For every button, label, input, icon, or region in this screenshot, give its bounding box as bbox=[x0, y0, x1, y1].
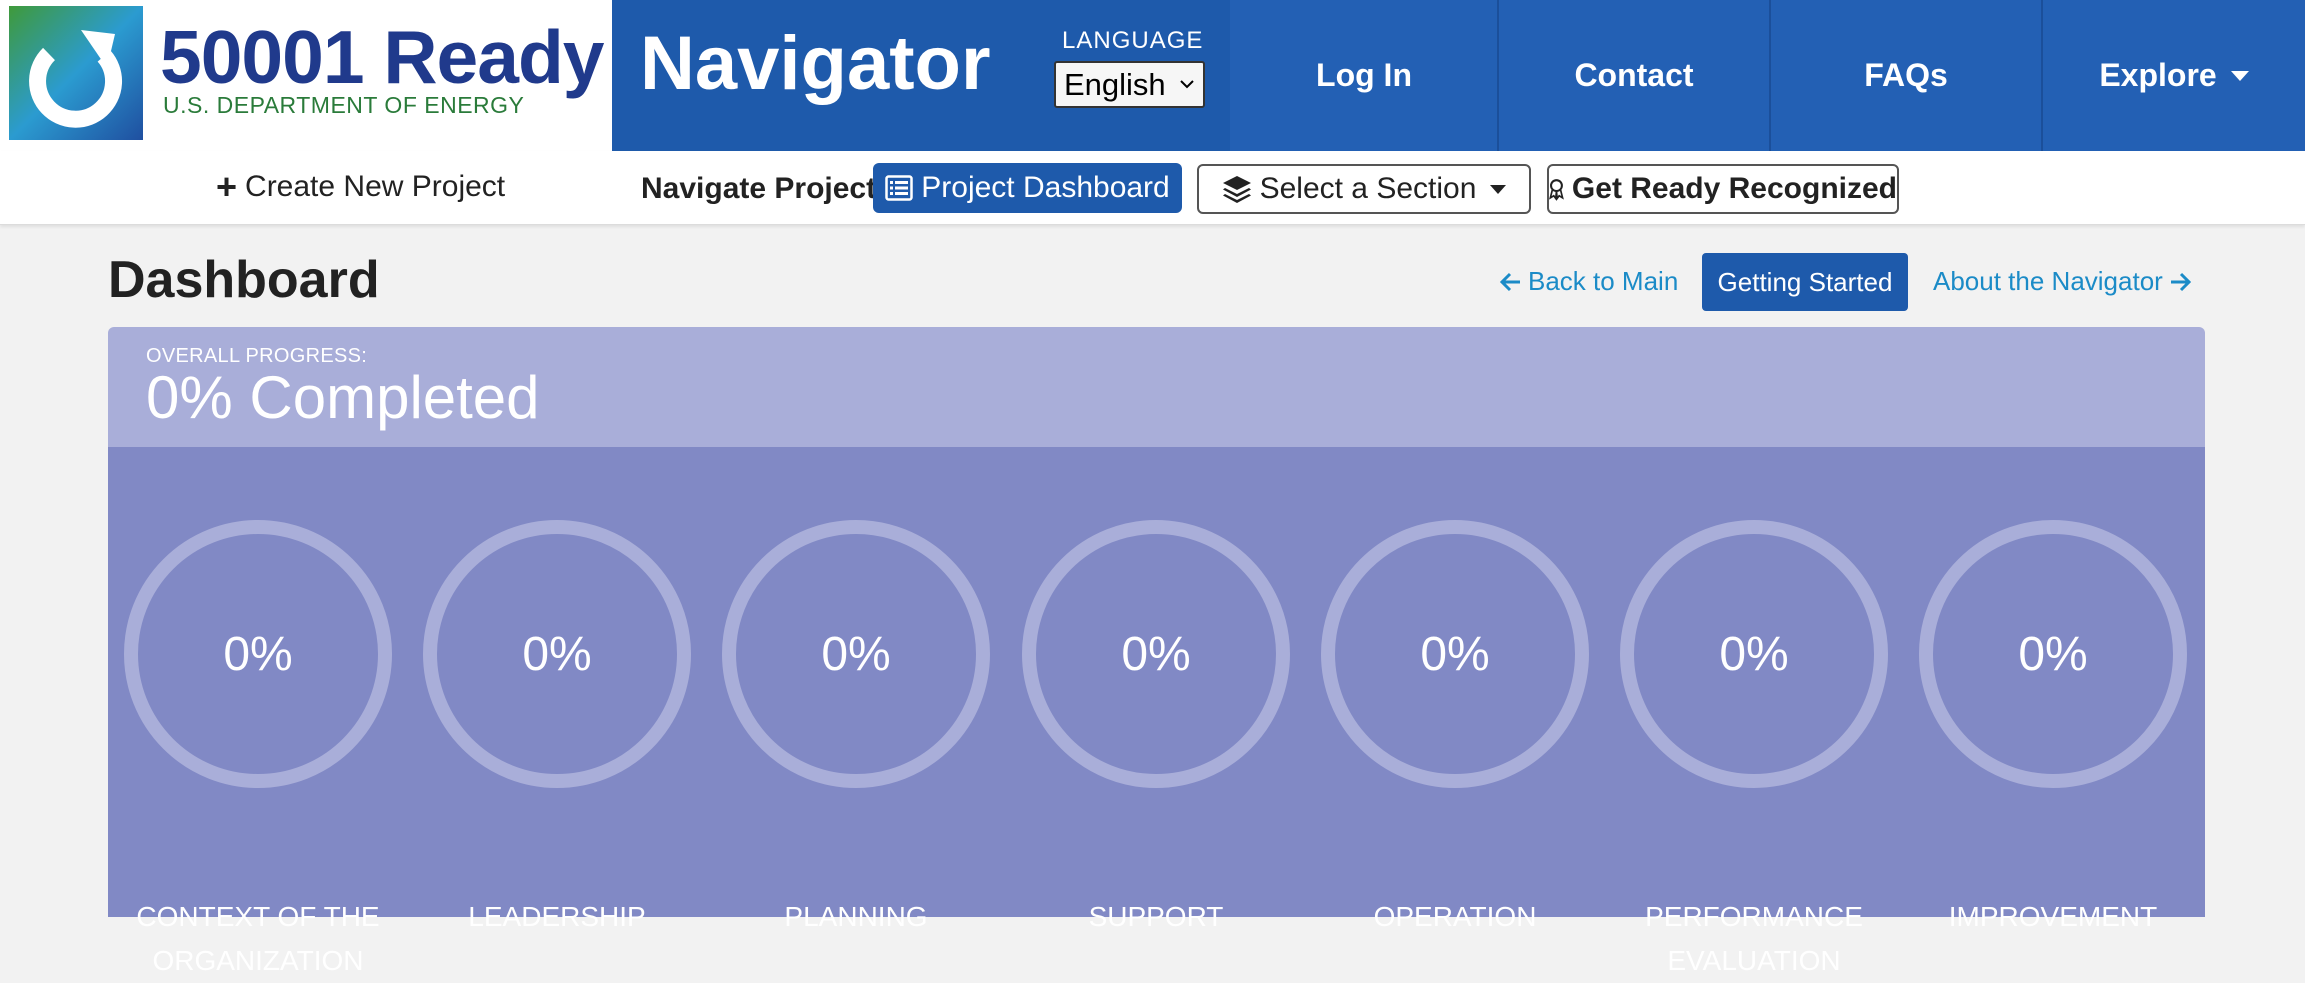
section-progress-item[interactable]: 0% IMPROVEMENT bbox=[1918, 519, 2188, 932]
language-value: English bbox=[1064, 67, 1166, 102]
arrow-left-icon bbox=[1500, 272, 1520, 291]
section-label: SUPPORT bbox=[1011, 895, 1301, 939]
progress-ring: 0% bbox=[123, 519, 393, 789]
caret-down-icon bbox=[2230, 70, 2249, 81]
overall-progress-header: OVERALL PROGRESS: 0% Completed bbox=[108, 327, 2205, 447]
layers-icon bbox=[1222, 176, 1251, 203]
nav-login[interactable]: Log In bbox=[1230, 0, 1498, 151]
section-progress-item[interactable]: 0% CONTEXT OF THE ORGANIZATION bbox=[123, 519, 393, 976]
section-progress-item[interactable]: 0% LEADERSHIP bbox=[422, 519, 692, 932]
get-ready-recognized-button[interactable]: Get Ready Recognized bbox=[1547, 164, 1899, 214]
progress-ring-value: 0% bbox=[522, 627, 592, 681]
progress-ring: 0% bbox=[1320, 519, 1590, 789]
section-label-line: CONTEXT OF THE bbox=[136, 901, 380, 932]
section-progress-item[interactable]: 0% OPERATION bbox=[1320, 519, 1590, 932]
logo-link[interactable]: 50001 Ready U.S. DEPARTMENT OF ENERGY bbox=[0, 0, 612, 151]
list-icon bbox=[885, 175, 914, 201]
select-section-dropdown[interactable]: Select a Section bbox=[1197, 164, 1531, 214]
caret-down-icon bbox=[1490, 184, 1507, 194]
logo-subtitle: U.S. DEPARTMENT OF ENERGY bbox=[163, 92, 525, 118]
project-dashboard-button[interactable]: Project Dashboard bbox=[873, 163, 1182, 213]
progress-ring-value: 0% bbox=[1420, 627, 1490, 681]
navigate-project-label: Navigate Project: bbox=[641, 172, 887, 205]
top-navbar: 50001 Ready U.S. DEPARTMENT OF ENERGY Na… bbox=[0, 0, 2305, 151]
project-dashboard-label: Project Dashboard bbox=[921, 171, 1170, 204]
progress-ring-value: 0% bbox=[1719, 627, 1789, 681]
language-label: LANGUAGE bbox=[1062, 27, 1204, 54]
nav-faqs[interactable]: FAQs bbox=[1771, 0, 2041, 151]
nav-login-label: Log In bbox=[1316, 57, 1412, 93]
section-label-line: LEADERSHIP bbox=[468, 901, 646, 932]
project-toolbar: + Create New Project Navigate Project: P… bbox=[0, 151, 2305, 225]
overall-progress-value: 0% Completed bbox=[146, 364, 540, 431]
section-progress-panel: 0% CONTEXT OF THE ORGANIZATION 0% LEADER… bbox=[108, 447, 2205, 976]
back-to-main-link[interactable]: Back to Main bbox=[1500, 266, 1678, 297]
section-label-line: PERFORMANCE bbox=[1645, 901, 1863, 932]
progress-ring-value: 0% bbox=[1121, 627, 1191, 681]
logo-title: 50001 Ready bbox=[160, 15, 605, 99]
about-navigator-label: About the Navigator bbox=[1933, 266, 2163, 296]
progress-ring: 0% bbox=[1619, 519, 1889, 789]
page-title: Dashboard bbox=[108, 251, 380, 309]
getting-started-label: Getting Started bbox=[1717, 266, 1893, 297]
section-progress-item[interactable]: 0% PERFORMANCE EVALUATION bbox=[1619, 519, 1889, 976]
progress-ring: 0% bbox=[721, 519, 991, 789]
back-to-main-label: Back to Main bbox=[1528, 266, 1679, 296]
nav-explore-label: Explore bbox=[2099, 57, 2217, 93]
section-label-line: OPERATION bbox=[1373, 901, 1537, 932]
create-project-label: Create New Project bbox=[245, 170, 506, 203]
nav-faqs-label: FAQs bbox=[1864, 57, 1948, 93]
plus-icon: + bbox=[216, 166, 238, 207]
select-section-label: Select a Section bbox=[1259, 172, 1477, 205]
section-label: CONTEXT OF THE ORGANIZATION bbox=[113, 895, 403, 983]
section-label-line: ORGANIZATION bbox=[152, 945, 364, 976]
about-navigator-link[interactable]: About the Navigator bbox=[1933, 266, 2191, 297]
section-label: PLANNING bbox=[711, 895, 1001, 939]
section-progress-item[interactable]: 0% SUPPORT bbox=[1021, 519, 1291, 932]
section-progress-item[interactable]: 0% PLANNING bbox=[721, 519, 991, 932]
section-label-line: EVALUATION bbox=[1667, 945, 1841, 976]
nav-contact-label: Contact bbox=[1574, 57, 1694, 93]
create-project-button[interactable]: + Create New Project bbox=[216, 169, 505, 205]
section-label: OPERATION bbox=[1310, 895, 1600, 939]
progress-ring-value: 0% bbox=[821, 627, 891, 681]
section-label-line: SUPPORT bbox=[1088, 901, 1224, 932]
section-label: PERFORMANCE EVALUATION bbox=[1609, 895, 1899, 983]
progress-ring: 0% bbox=[422, 519, 692, 789]
progress-ring-value: 0% bbox=[2018, 627, 2088, 681]
award-ribbon-icon bbox=[1549, 179, 1564, 201]
circular-arrow-logo-icon bbox=[9, 6, 143, 140]
getting-started-button[interactable]: Getting Started bbox=[1702, 253, 1908, 311]
progress-ring: 0% bbox=[1021, 519, 1291, 789]
arrow-right-icon bbox=[2170, 272, 2191, 291]
section-label-line: IMPROVEMENT bbox=[1948, 901, 2158, 932]
section-label: LEADERSHIP bbox=[412, 895, 702, 939]
nav-contact[interactable]: Contact bbox=[1499, 0, 1769, 151]
nav-explore[interactable]: Explore bbox=[2043, 0, 2305, 151]
chevron-down-icon bbox=[1180, 80, 1194, 89]
app-brand[interactable]: Navigator bbox=[640, 26, 991, 102]
get-ready-recognized-label: Get Ready Recognized bbox=[1571, 172, 1897, 205]
progress-ring-value: 0% bbox=[223, 627, 293, 681]
section-label-line: PLANNING bbox=[784, 901, 928, 932]
language-select[interactable]: English bbox=[1054, 61, 1205, 108]
progress-ring: 0% bbox=[1918, 519, 2188, 789]
section-label: IMPROVEMENT bbox=[1908, 895, 2198, 939]
